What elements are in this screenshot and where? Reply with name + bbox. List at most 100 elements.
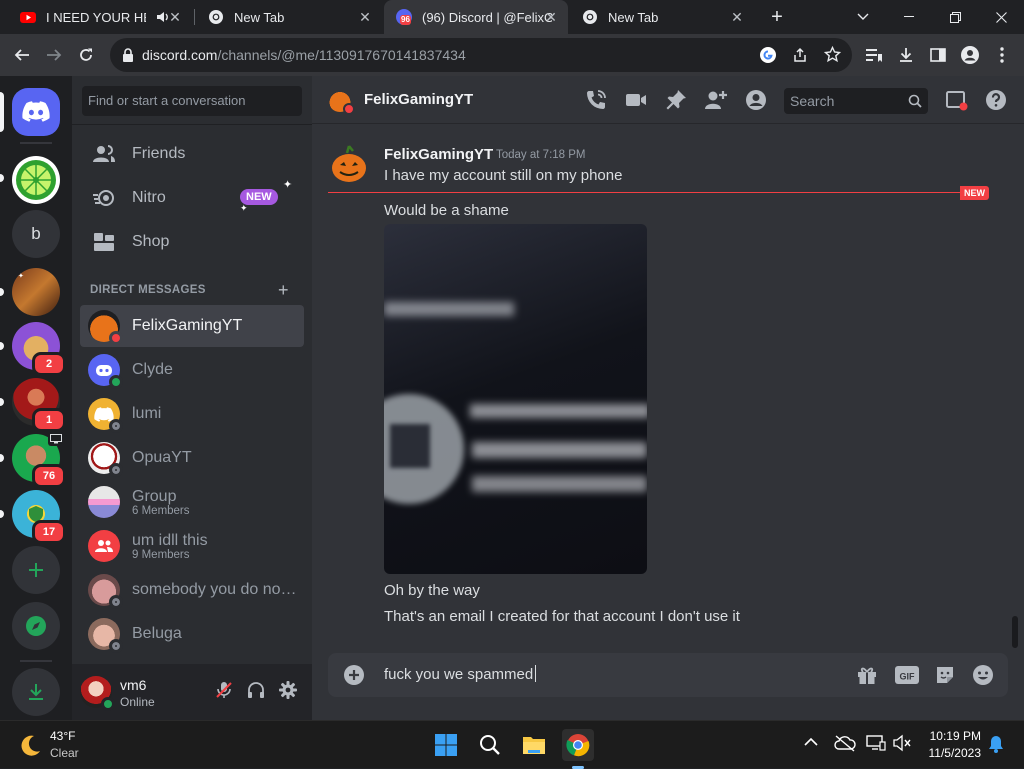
reading-list-icon[interactable] xyxy=(858,39,890,71)
new-tab-button[interactable]: + xyxy=(764,6,790,28)
gift-icon[interactable] xyxy=(856,664,878,686)
google-icon[interactable] xyxy=(760,47,776,63)
weather-temp[interactable]: 43°F xyxy=(50,729,75,743)
start-windows-icon[interactable] xyxy=(430,729,462,761)
guild-green-server[interactable]: 76 xyxy=(12,432,66,488)
inbox-icon[interactable] xyxy=(944,88,968,112)
guild-b-server[interactable]: b xyxy=(12,210,60,258)
username: vm6 xyxy=(120,677,147,693)
show-hidden-icons[interactable] xyxy=(804,737,818,747)
forward-icon[interactable] xyxy=(38,39,70,71)
add-attachment-icon[interactable] xyxy=(344,665,364,685)
downloads-icon[interactable] xyxy=(890,39,922,71)
dm-item[interactable]: OpuaYT xyxy=(80,437,304,479)
dm-item[interactable]: lumi xyxy=(80,393,304,435)
side-panel-icon[interactable] xyxy=(922,39,954,71)
volume-muted-icon[interactable] xyxy=(892,734,912,752)
home-button[interactable] xyxy=(12,88,60,136)
dm-item[interactable]: Clyde xyxy=(80,349,304,391)
weather-desc[interactable]: Clear xyxy=(50,746,79,760)
clock-date[interactable]: 11/5/2023 xyxy=(920,746,982,760)
message-input[interactable]: fuck you we spammed xyxy=(384,665,537,683)
close-tab-icon[interactable]: ✕ xyxy=(730,10,744,24)
close-tab-icon[interactable]: ✕ xyxy=(358,10,372,24)
tab-discord[interactable]: 96 (96) Discord | @FelixG ✕ xyxy=(384,0,568,34)
cloud-offline-icon[interactable] xyxy=(834,734,856,752)
dm-item[interactable]: Beluga xyxy=(80,613,304,655)
settings-gear-icon[interactable] xyxy=(278,680,298,700)
chrome-icon xyxy=(208,9,224,25)
svg-text:GIF: GIF xyxy=(900,672,916,682)
emoji-icon[interactable] xyxy=(972,664,994,686)
close-window-icon[interactable] xyxy=(978,0,1024,34)
weather-moon-icon[interactable] xyxy=(18,734,42,758)
sticker-icon[interactable] xyxy=(934,664,956,686)
add-server-button[interactable] xyxy=(12,546,60,594)
blurred-text xyxy=(472,442,647,458)
guild-character-server[interactable]: 2 xyxy=(12,322,66,376)
nav-nitro[interactable]: Nitro NEW ✦ ✦ xyxy=(80,177,304,219)
unread-pill xyxy=(0,174,4,182)
selected-pill xyxy=(0,92,4,132)
chrome-taskbar-icon[interactable] xyxy=(562,729,594,769)
add-friends-icon[interactable] xyxy=(704,88,728,112)
dm-item[interactable]: um idll this 9 Members xyxy=(80,525,304,567)
restore-icon[interactable] xyxy=(932,0,978,34)
message-composer[interactable]: fuck you we spammed GIF xyxy=(328,653,1008,697)
dnd-status-icon xyxy=(109,331,123,345)
file-explorer-icon[interactable] xyxy=(518,729,550,761)
find-conversation-input[interactable]: Find or start a conversation xyxy=(82,86,302,116)
create-dm-button[interactable]: + xyxy=(278,280,289,301)
guild-soccer-server[interactable]: 1 xyxy=(12,378,66,432)
chat-search-input[interactable]: Search xyxy=(784,88,928,114)
dm-item[interactable]: somebody you do not ... xyxy=(80,569,304,611)
tab-youtube[interactable]: I NEED YOUR HELP ✕ xyxy=(8,0,192,34)
avatar[interactable] xyxy=(80,676,115,711)
tab-new-tab-1[interactable]: New Tab ✕ xyxy=(196,0,382,34)
user-profile-icon[interactable] xyxy=(744,88,768,112)
gif-icon[interactable]: GIF xyxy=(895,664,919,686)
share-icon[interactable] xyxy=(792,47,808,63)
nav-friends[interactable]: Friends xyxy=(80,133,304,175)
headphones-icon[interactable] xyxy=(246,680,266,700)
reload-icon[interactable] xyxy=(70,39,102,71)
close-tab-icon[interactable]: ✕ xyxy=(168,10,182,24)
guild-becoming-server[interactable]: ✦ xyxy=(12,268,60,316)
chat-header: FelixGamingYT Search xyxy=(312,76,1024,124)
explore-servers-button[interactable] xyxy=(12,602,60,650)
voice-call-icon[interactable] xyxy=(584,88,608,112)
image-attachment[interactable] xyxy=(384,224,647,574)
bookmark-star-icon[interactable] xyxy=(824,46,841,63)
dm-item[interactable]: FelixGamingYT xyxy=(80,305,304,347)
mute-mic-icon[interactable] xyxy=(214,680,234,700)
menu-kebab-icon[interactable] xyxy=(986,39,1018,71)
message-author[interactable]: FelixGamingYT xyxy=(384,146,493,163)
tab-new-tab-2[interactable]: New Tab ✕ xyxy=(570,0,754,34)
close-tab-icon[interactable]: ✕ xyxy=(544,10,558,24)
network-display-icon[interactable] xyxy=(866,734,886,752)
search-icon[interactable] xyxy=(474,729,506,761)
back-icon[interactable] xyxy=(6,39,38,71)
scrollbar-thumb[interactable] xyxy=(1012,616,1018,648)
nav-label: Nitro xyxy=(132,189,166,206)
nav-shop[interactable]: Shop xyxy=(80,221,304,263)
lock-icon[interactable] xyxy=(122,48,134,62)
minimize-icon[interactable] xyxy=(886,0,932,34)
tab-search-icon[interactable] xyxy=(840,0,886,34)
guild-shield-server[interactable]: 17 xyxy=(12,490,66,544)
avatar xyxy=(88,398,123,433)
help-icon[interactable] xyxy=(984,88,1008,112)
dm-item[interactable]: Group 6 Members xyxy=(80,481,304,523)
profile-icon[interactable] xyxy=(954,39,986,71)
pinned-messages-icon[interactable] xyxy=(664,88,688,112)
favicon-badge: 96 xyxy=(400,15,411,25)
guild-lime-server[interactable] xyxy=(12,156,60,204)
clock-time[interactable]: 10:19 PM xyxy=(926,729,981,743)
video-call-icon[interactable] xyxy=(624,88,648,112)
avatar xyxy=(88,354,123,389)
download-apps-button[interactable] xyxy=(12,668,60,716)
message-avatar[interactable] xyxy=(330,144,368,184)
notification-bell-icon[interactable] xyxy=(988,735,1004,753)
address-bar[interactable]: discord.com/channels/@me/113091767014183… xyxy=(110,38,852,72)
message-text: I have my account still on my phone xyxy=(384,167,623,184)
